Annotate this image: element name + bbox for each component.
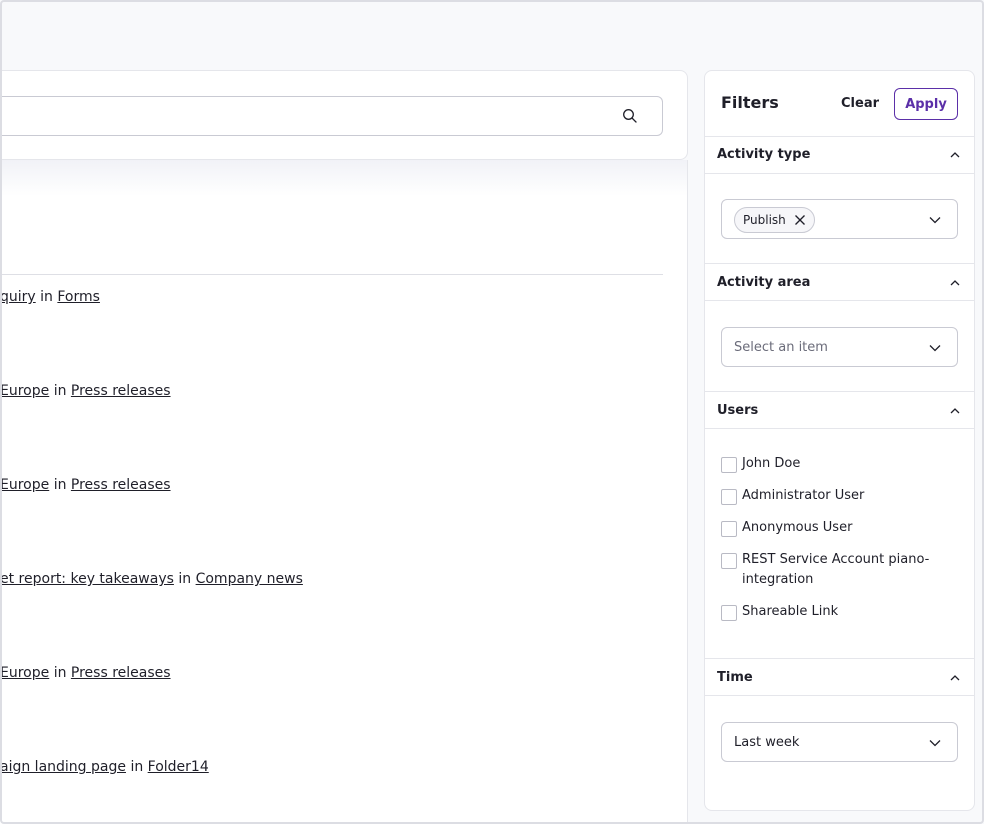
filters-panel: Filters Clear Apply Activity type Publis… [704, 70, 975, 811]
activity-type-select[interactable]: Publish [721, 199, 958, 239]
activity-area-select[interactable]: Select an item [721, 327, 958, 367]
user-label: Administrator User [742, 488, 865, 503]
activity-separator: in [40, 289, 53, 305]
user-label: John Doe [742, 456, 801, 471]
activity-location-link[interactable]: Press releases [71, 665, 171, 681]
user-label: Anonymous User [742, 520, 853, 535]
select-value: Last week [734, 735, 800, 750]
section-activity-area[interactable]: Activity area [705, 263, 974, 301]
activity-type-chip: Publish [734, 207, 815, 233]
user-option[interactable]: Administrator User [721, 486, 961, 506]
chip-label: Publish [743, 213, 786, 227]
activity-item-link[interactable]: et report: key takeaways [0, 571, 174, 587]
activity-item-link[interactable]: Europe [0, 665, 49, 681]
section-activity-type[interactable]: Activity type [705, 136, 974, 174]
activity-location-link[interactable]: Press releases [71, 477, 171, 493]
user-option[interactable]: John Doe [721, 454, 961, 474]
activity-separator: in [53, 383, 67, 399]
checkbox[interactable] [721, 521, 737, 537]
list-item: aign landing page in Folder14 [0, 759, 209, 775]
activity-location-link[interactable]: Forms [57, 289, 100, 305]
list-item: quiry in Forms [0, 289, 100, 305]
user-option[interactable]: REST Service Account piano-integration [721, 550, 961, 590]
list-item: et report: key takeaways in Company news [0, 571, 303, 587]
activity-location-link[interactable]: Company news [196, 571, 303, 587]
checkbox[interactable] [721, 489, 737, 505]
close-icon[interactable] [794, 214, 806, 226]
chevron-down-icon [929, 217, 941, 224]
list-item: Europe in Press releases [0, 477, 171, 493]
activity-item-link[interactable]: Europe [0, 383, 49, 399]
checkbox[interactable] [721, 605, 737, 621]
section-title: Activity type [717, 147, 811, 162]
select-placeholder: Select an item [734, 340, 828, 355]
checkbox[interactable] [721, 553, 737, 569]
search-box[interactable] [0, 96, 663, 136]
search-panel [0, 70, 688, 160]
search-icon[interactable] [622, 108, 638, 124]
user-label: REST Service Account piano-integration [742, 552, 930, 587]
filters-title: Filters [721, 93, 779, 112]
chevron-up-icon [950, 152, 960, 158]
chevron-down-icon [929, 740, 941, 747]
search-input[interactable] [0, 97, 600, 135]
chevron-up-icon [950, 280, 960, 286]
clear-button[interactable]: Clear [837, 91, 883, 115]
activity-location-link[interactable]: Folder14 [148, 759, 209, 775]
activity-item-link[interactable]: quiry [0, 289, 36, 305]
time-select[interactable]: Last week [721, 722, 958, 762]
chevron-up-icon [950, 408, 960, 414]
activity-separator: in [178, 571, 192, 587]
activity-item-link[interactable]: Europe [0, 477, 49, 493]
activity-separator: in [53, 477, 67, 493]
list-divider [0, 274, 663, 275]
activity-separator: in [53, 665, 67, 681]
user-option[interactable]: Shareable Link [721, 602, 961, 622]
list-item: Europe in Press releases [0, 383, 171, 399]
filters-header: Filters Clear Apply [705, 71, 974, 137]
list-shadow [0, 160, 687, 196]
chevron-up-icon [950, 675, 960, 681]
section-title: Time [717, 670, 753, 685]
checkbox[interactable] [721, 457, 737, 473]
activity-item-link[interactable]: aign landing page [0, 759, 126, 775]
user-label: Shareable Link [742, 604, 839, 619]
section-time[interactable]: Time [705, 658, 974, 696]
activity-list: quiry in Forms Europe in Press releases … [0, 160, 688, 824]
user-option[interactable]: Anonymous User [721, 518, 961, 538]
chevron-down-icon [929, 345, 941, 352]
section-title: Activity area [717, 275, 811, 290]
section-users[interactable]: Users [705, 391, 974, 429]
section-title: Users [717, 403, 759, 418]
list-item: Europe in Press releases [0, 665, 171, 681]
activity-separator: in [130, 759, 144, 775]
apply-button[interactable]: Apply [894, 88, 958, 120]
activity-location-link[interactable]: Press releases [71, 383, 171, 399]
